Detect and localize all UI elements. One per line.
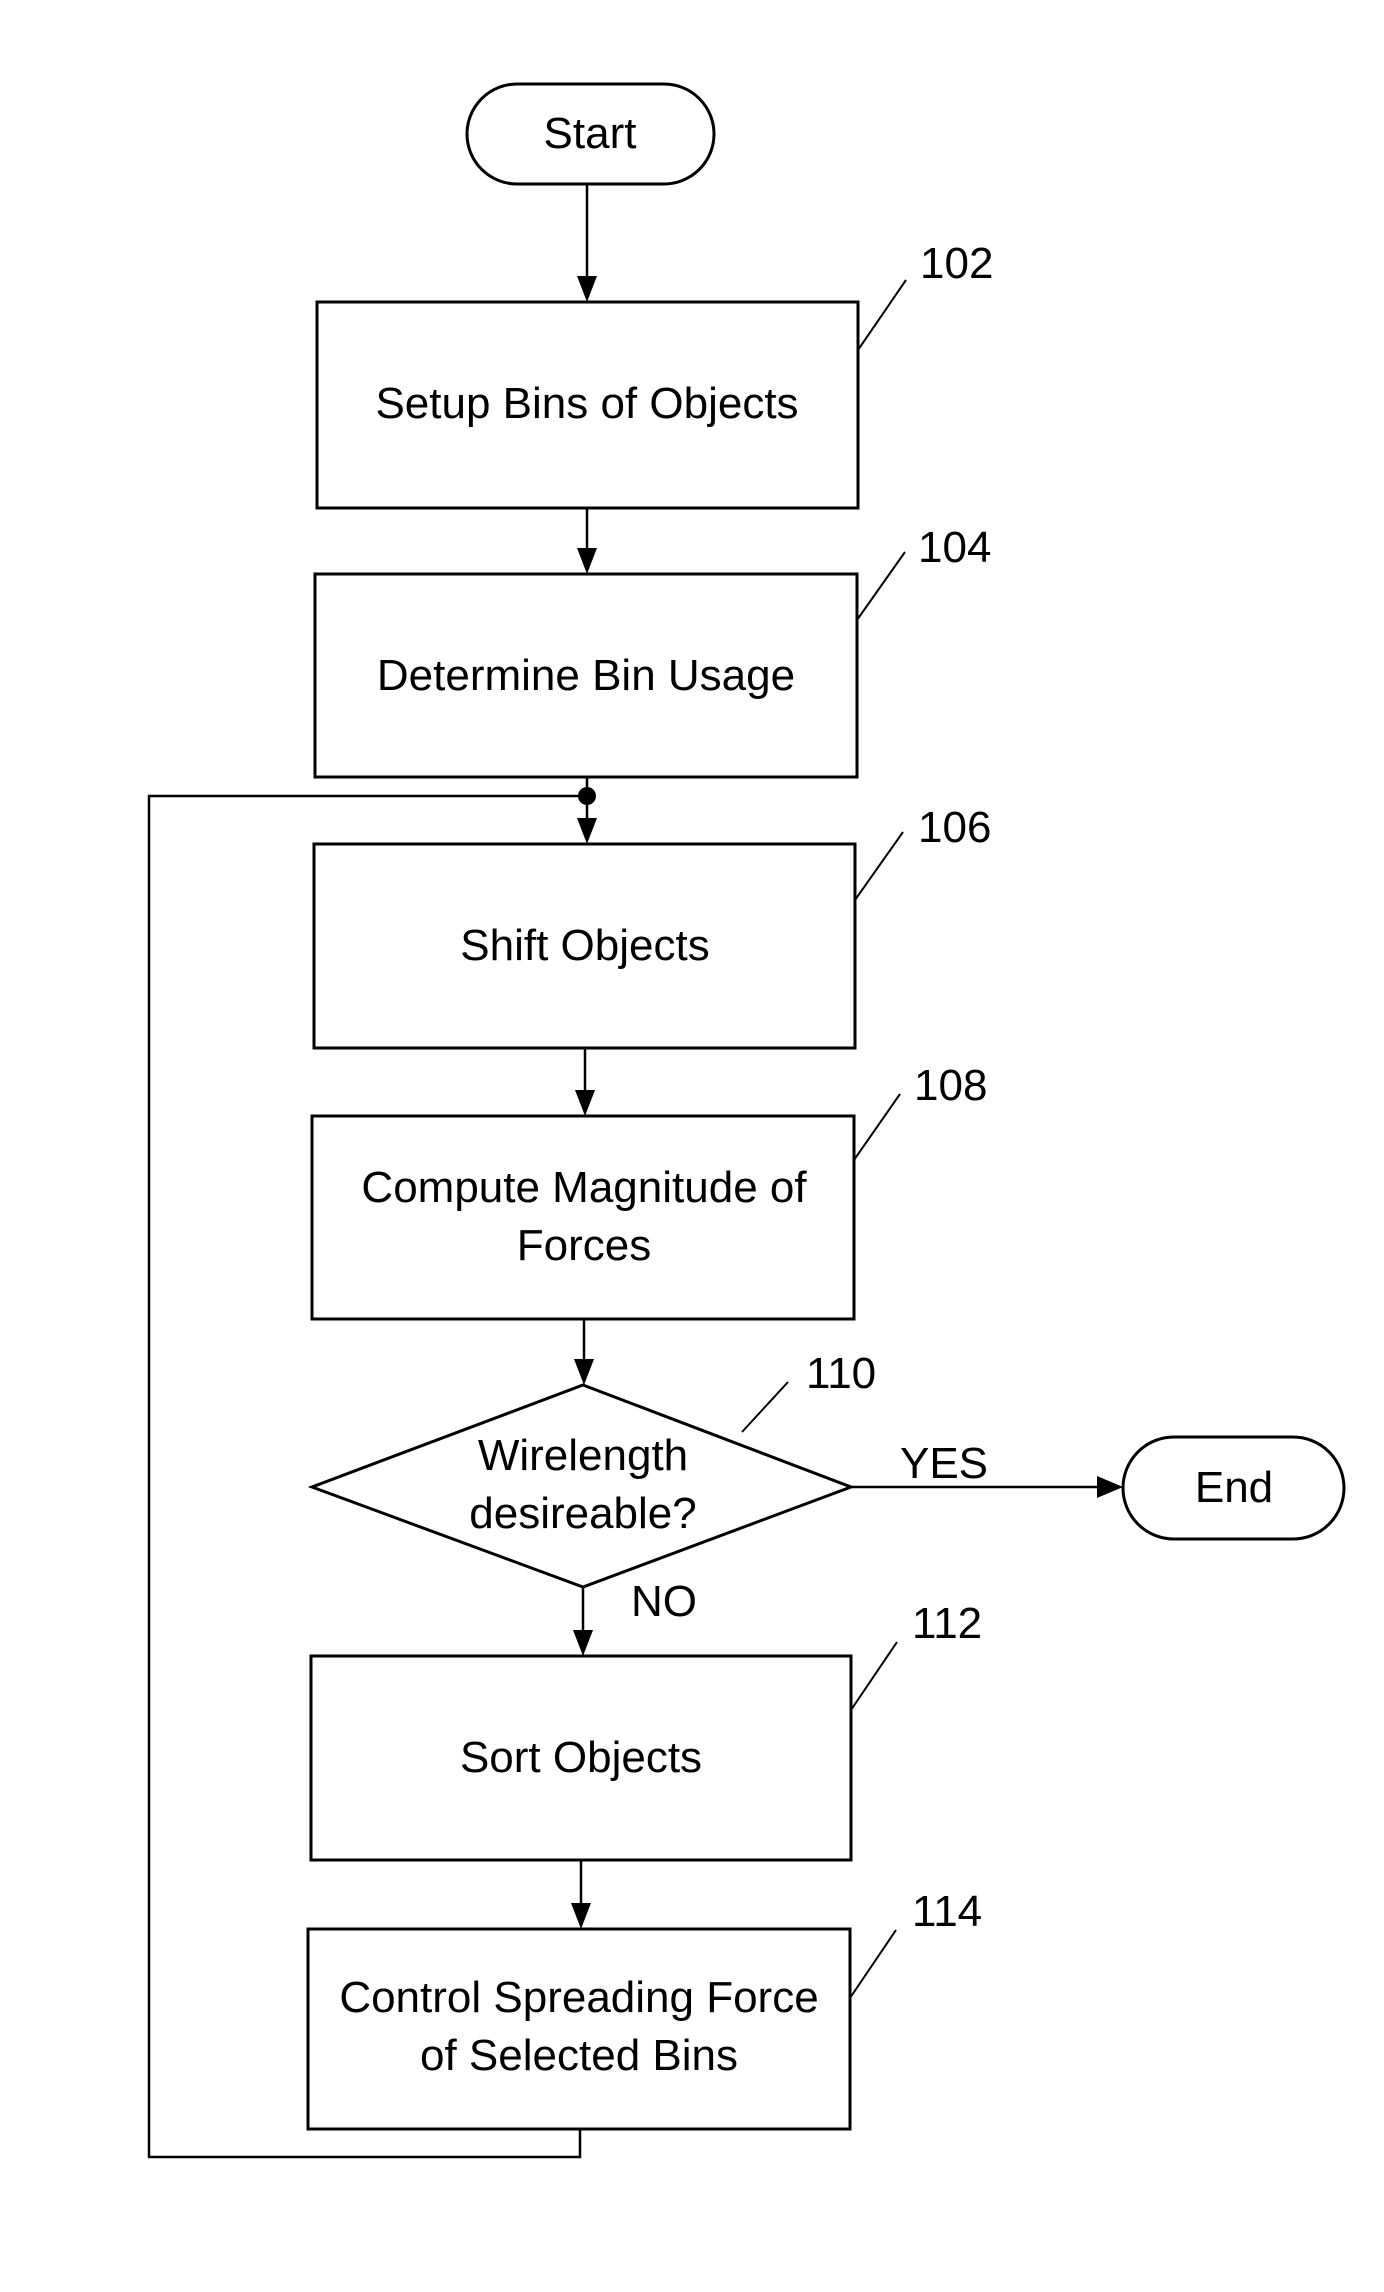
step-104: Determine Bin Usage 104 — [313, 523, 991, 779]
decision-110-label-line-2: desireable? — [469, 1489, 697, 1538]
step-112-leader-line — [850, 1641, 898, 1711]
step-102-ref-number: 102 — [920, 239, 993, 288]
arrowhead-104 — [577, 548, 597, 574]
decision-110-diamond — [307, 1383, 856, 1589]
step-102-label: Setup Bins of Objects — [375, 379, 798, 428]
yes-label: YES — [900, 1439, 988, 1488]
decision-110-leader-line — [741, 1381, 789, 1433]
end-label: End — [1195, 1463, 1273, 1512]
step-108-leader-line — [853, 1093, 901, 1161]
step-114: Control Spreading Force of Selected Bins… — [306, 1887, 982, 2131]
no-label: NO — [631, 1577, 697, 1626]
arrowhead-102 — [577, 276, 597, 302]
end-terminal: End — [1121, 1435, 1346, 1541]
arrowhead-114 — [571, 1903, 591, 1929]
arrowhead-106 — [577, 818, 597, 844]
step-112-ref-number: 112 — [912, 1599, 982, 1648]
start-terminal: Start — [465, 82, 716, 186]
step-108: Compute Magnitude of Forces 108 — [310, 1061, 987, 1321]
step-104-ref-number: 104 — [918, 523, 991, 572]
step-106-leader-line — [854, 831, 904, 901]
arrowhead-end — [1097, 1476, 1123, 1498]
step-114-label-line-1: Control Spreading Force — [339, 1973, 818, 2022]
arrowhead-108 — [575, 1090, 595, 1116]
step-104-leader-line — [856, 551, 906, 621]
step-112-label: Sort Objects — [460, 1733, 702, 1782]
step-108-label-line-1: Compute Magnitude of — [361, 1163, 807, 1212]
flowchart: Start Setup Bins of Objects 102 Determin… — [147, 82, 1346, 2159]
step-114-leader-line — [849, 1929, 897, 1999]
decision-110-label-line-1: Wirelength — [478, 1431, 688, 1480]
step-112: Sort Objects 112 — [309, 1599, 982, 1862]
step-114-box — [306, 1927, 852, 2131]
step-114-label-line-2: of Selected Bins — [420, 2031, 738, 2080]
step-106-label: Shift Objects — [460, 921, 709, 970]
step-106: Shift Objects 106 — [312, 803, 991, 1050]
step-106-ref-number: 106 — [918, 803, 991, 852]
step-108-box — [310, 1114, 856, 1321]
decision-110: Wirelength desireable? 110 — [307, 1349, 876, 1589]
step-108-label-line-2: Forces — [517, 1221, 651, 1270]
step-102-leader-line — [857, 279, 907, 351]
step-102: Setup Bins of Objects 102 — [315, 239, 993, 510]
arrowhead-110 — [574, 1359, 594, 1385]
step-108-ref-number: 108 — [914, 1061, 987, 1110]
start-label: Start — [544, 109, 637, 158]
step-104-label: Determine Bin Usage — [377, 651, 795, 700]
arrowhead-112 — [573, 1630, 593, 1656]
decision-110-ref-number: 110 — [806, 1349, 876, 1398]
step-114-ref-number: 114 — [912, 1887, 982, 1936]
